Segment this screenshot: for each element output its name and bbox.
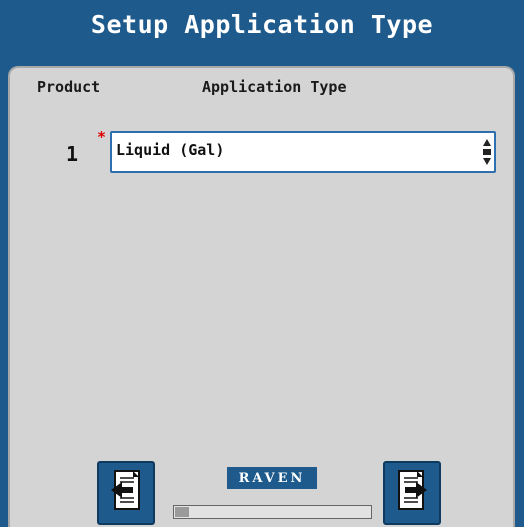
product-number: 1 <box>66 142 79 166</box>
application-type-value: Liquid (Gal) <box>116 141 225 159</box>
page-title: Setup Application Type <box>90 10 434 39</box>
progress-bar <box>173 505 372 519</box>
application-type-column-header: Application Type <box>202 78 347 96</box>
spinner-arrows-icon[interactable] <box>482 137 492 167</box>
raven-logo: RAVEN <box>227 467 317 489</box>
previous-page-button[interactable] <box>97 461 155 525</box>
setup-panel: Product Application Type 1 * Liquid (Gal… <box>8 66 515 527</box>
application-type-select[interactable]: Liquid (Gal) <box>110 131 496 173</box>
title-bar: Setup Application Type <box>0 0 524 56</box>
page-back-icon <box>109 469 143 517</box>
page-forward-icon <box>395 469 429 517</box>
product-column-header: Product <box>37 78 101 96</box>
next-page-button[interactable] <box>383 461 441 525</box>
required-marker: * <box>97 128 107 146</box>
progress-bar-fill <box>175 507 189 517</box>
